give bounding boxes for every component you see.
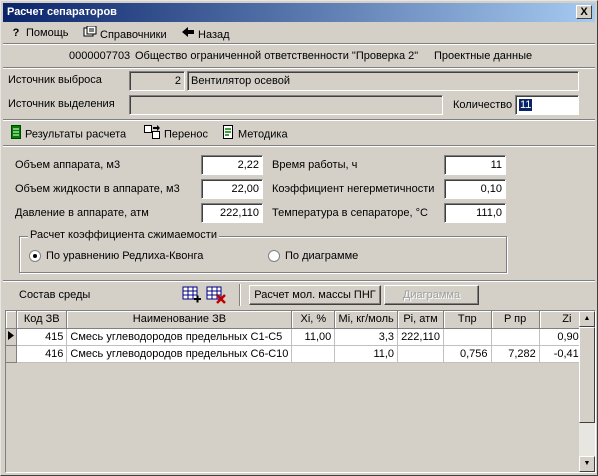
composition-grid: Код ЗВ Наименование ЗВ Xi, % Mi, кг/моль…: [5, 310, 596, 473]
method-icon: [222, 125, 234, 144]
param-label: Время работы, ч: [272, 159, 358, 171]
release-source-field[interactable]: [129, 95, 443, 115]
cell-code[interactable]: 416: [16, 345, 68, 363]
radio-unselected-icon: [268, 250, 280, 263]
cell-ppr[interactable]: [491, 328, 540, 346]
add-row-icon: [182, 286, 201, 303]
column-header[interactable]: Xi, %: [291, 311, 336, 329]
composition-table: Код ЗВ Наименование ЗВ Xi, % Mi, кг/моль…: [6, 311, 595, 363]
delete-row-icon: [206, 286, 226, 304]
compressibility-title: Расчет коэффициента сжимаемости: [28, 229, 219, 241]
pressure-input[interactable]: 222,110: [201, 203, 263, 223]
menu-help[interactable]: ? Помощь: [9, 26, 69, 42]
title-bar[interactable]: Расчет сепараторов X: [3, 3, 595, 22]
table-row[interactable]: 416 Смесь углеводородов предельных С6-С1…: [6, 345, 595, 363]
apparatus-volume-input[interactable]: 2,22: [201, 155, 263, 175]
cell-name[interactable]: Смесь углеводородов предельных С1-С5: [66, 328, 293, 346]
cell-tpr[interactable]: 0,756: [443, 345, 492, 363]
column-header[interactable]: Mi, кг/моль: [334, 311, 399, 329]
radio-redlich-kwong[interactable]: По уравнению Редлиха-Квонга: [29, 250, 204, 263]
results-button[interactable]: Результаты расчета: [11, 125, 126, 141]
param-label: Объем жидкости в аппарате, м3: [15, 183, 180, 195]
organization-name: Общество ограниченной ответственности "П…: [135, 50, 419, 62]
param-label: Объем аппарата, м3: [15, 159, 121, 171]
window-title: Расчет сепараторов: [7, 6, 117, 18]
cell-pi[interactable]: [397, 345, 445, 363]
menu-bar: ? Помощь Справочники Назад: [3, 23, 595, 43]
delete-component-button[interactable]: [205, 284, 227, 306]
column-header[interactable]: Pi, атм: [397, 311, 445, 329]
row-indicator: [6, 345, 18, 363]
results-icon: [11, 125, 21, 144]
cell-xi[interactable]: [291, 345, 336, 363]
composition-label: Состав среды: [19, 289, 91, 301]
menu-back-label: Назад: [198, 29, 230, 41]
data-type: Проектные данные: [434, 50, 533, 62]
cell-tpr[interactable]: [443, 328, 492, 346]
work-time-input[interactable]: 11: [444, 155, 506, 175]
question-icon: ?: [12, 27, 20, 39]
quantity-input[interactable]: 11: [515, 95, 579, 115]
transfer-label: Перенос: [164, 128, 208, 141]
param-label: Температура в сепараторе, °С: [272, 207, 428, 219]
radio-diagram-label: По диаграмме: [285, 250, 359, 262]
source-separator: [3, 119, 595, 121]
cell-ppr[interactable]: 7,282: [491, 345, 540, 363]
close-button[interactable]: X: [576, 5, 592, 19]
calc-window: Расчет сепараторов X ? Помощь Справочники…: [0, 0, 598, 476]
emission-source-name[interactable]: Вентилятор осевой: [187, 71, 579, 91]
menu-back[interactable]: Назад: [181, 26, 230, 42]
release-source-label: Источник выделения: [8, 98, 115, 110]
column-header[interactable]: Tпр: [443, 311, 492, 329]
quantity-value: 11: [519, 99, 533, 111]
grid-corner: [6, 311, 18, 329]
cell-xi[interactable]: 11,00: [291, 328, 336, 346]
calc-molar-mass-button[interactable]: Расчет мол. массы ПНГ: [249, 285, 381, 305]
row-pointer-icon: [6, 328, 18, 346]
references-icon: [83, 25, 97, 42]
emission-source-number[interactable]: 2: [129, 71, 185, 91]
menu-references-label: Справочники: [100, 29, 167, 41]
param-label: Коэффициент негерметичности: [272, 183, 435, 195]
column-header[interactable]: P пр: [491, 311, 540, 329]
back-arrow-icon: [181, 26, 195, 42]
cell-mi[interactable]: 11,0: [334, 345, 399, 363]
menu-help-label: Помощь: [26, 27, 69, 39]
group-separator: [3, 280, 595, 282]
cell-code[interactable]: 415: [16, 328, 68, 346]
radio-redlich-kwong-label: По уравнению Редлиха-Квонга: [46, 250, 204, 262]
diagram-button[interactable]: Диаграмма: [384, 285, 479, 305]
scroll-down-icon[interactable]: ▼: [579, 456, 595, 472]
menu-separator: [3, 43, 595, 45]
method-button[interactable]: Методика: [222, 125, 288, 141]
cell-pi[interactable]: 222,110: [397, 328, 445, 346]
results-label: Результаты расчета: [25, 128, 127, 141]
leak-coefficient-input[interactable]: 0,10: [444, 179, 506, 199]
transfer-icon: [144, 125, 160, 144]
grid-vertical-scrollbar[interactable]: ▲ ▼: [579, 311, 595, 472]
radio-diagram[interactable]: По диаграмме: [268, 250, 359, 263]
toolbar-separator: [3, 145, 595, 147]
param-label: Давление в аппарате, атм: [15, 207, 149, 219]
transfer-button[interactable]: Перенос: [144, 125, 208, 141]
table-row[interactable]: 415 Смесь углеводородов предельных С1-С5…: [6, 328, 595, 346]
menu-references[interactable]: Справочники: [83, 25, 167, 42]
add-component-button[interactable]: [181, 284, 203, 306]
liquid-volume-input[interactable]: 22,00: [201, 179, 263, 199]
record-code: 0000007703: [69, 50, 131, 62]
quantity-label: Количество: [453, 99, 513, 111]
cell-name[interactable]: Смесь углеводородов предельных С6-С10: [66, 345, 293, 363]
info-separator: [3, 67, 595, 69]
column-header[interactable]: Наименование ЗВ: [66, 311, 293, 329]
toolbar-vertical-separator: [239, 284, 241, 306]
temperature-input[interactable]: 111,0: [444, 203, 506, 223]
cell-mi[interactable]: 3,3: [334, 328, 399, 346]
scroll-up-icon[interactable]: ▲: [579, 311, 595, 327]
scroll-thumb[interactable]: [579, 327, 595, 423]
column-header[interactable]: Код ЗВ: [16, 311, 68, 329]
grid-header-row: Код ЗВ Наименование ЗВ Xi, % Mi, кг/моль…: [6, 311, 595, 329]
radio-selected-icon: [29, 250, 41, 263]
method-label: Методика: [238, 128, 288, 141]
emission-source-label: Источник выброса: [8, 74, 102, 86]
